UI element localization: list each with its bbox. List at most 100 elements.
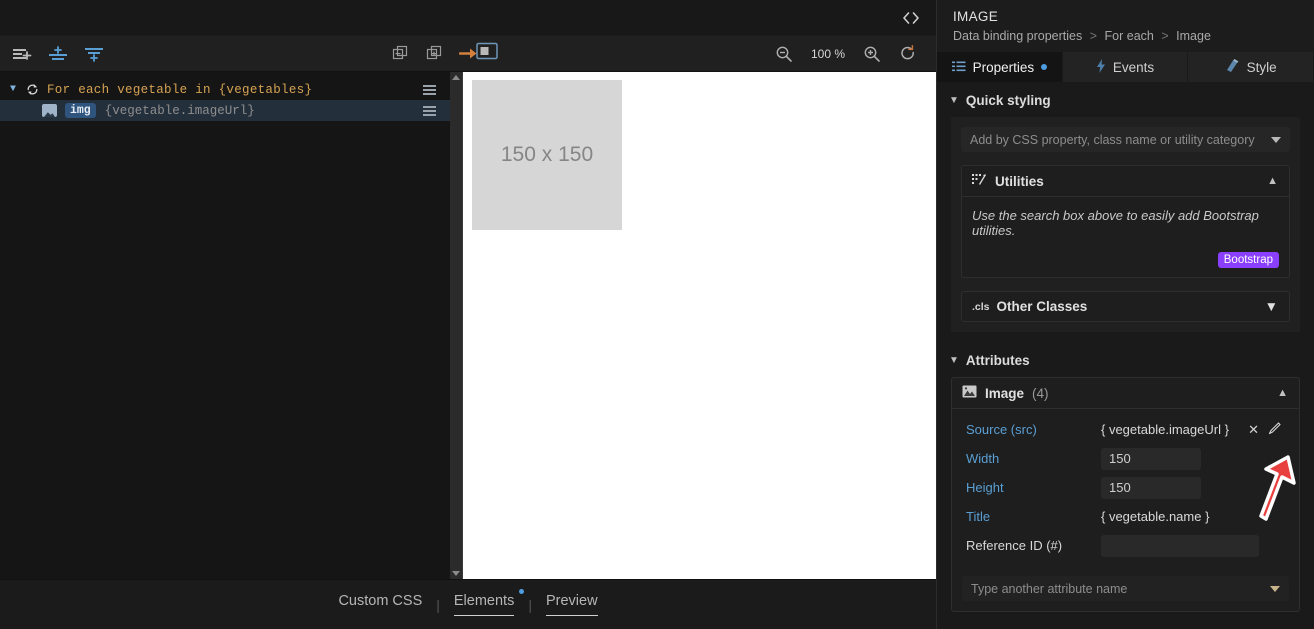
image-attributes-count: (4) xyxy=(1032,385,1049,401)
tree-row-foreach-label: For each vegetable in {vegetables} xyxy=(47,82,313,97)
tab-elements[interactable]: Elements xyxy=(440,589,528,616)
attr-label-source[interactable]: Source (src) xyxy=(966,422,1101,437)
css-search-input[interactable]: Add by CSS property, class name or utili… xyxy=(961,127,1290,152)
tab-properties[interactable]: Properties xyxy=(937,52,1063,82)
tab-properties-label: Properties xyxy=(972,59,1035,75)
utilities-card-header[interactable]: Utilities ▲ xyxy=(962,166,1289,197)
scroll-down-icon[interactable] xyxy=(452,571,460,576)
zoom-level-label: 100 % xyxy=(810,46,846,61)
attr-label-width[interactable]: Width xyxy=(966,451,1101,466)
insert-before-icon[interactable] xyxy=(46,42,70,66)
breadcrumb-item-2[interactable]: Image xyxy=(1176,29,1211,43)
utilities-card: Utilities ▲ Use the search box above to … xyxy=(961,165,1290,278)
chevron-down-icon[interactable]: ▼ xyxy=(0,84,26,95)
image-placeholder-label: 150 x 150 xyxy=(500,143,594,166)
add-element-icon[interactable] xyxy=(10,42,34,66)
breadcrumb-item-1[interactable]: For each xyxy=(1105,29,1154,43)
insert-after-icon[interactable] xyxy=(82,42,106,66)
attr-actions-source: ✕ xyxy=(1248,422,1281,437)
duplicate-icon[interactable] xyxy=(422,42,446,66)
breadcrumb-item-0[interactable]: Data binding properties xyxy=(953,29,1082,43)
utilities-title: Utilities xyxy=(995,173,1044,189)
editor-top-strip xyxy=(0,0,936,36)
zoom-in-icon[interactable] xyxy=(860,42,884,66)
attr-label-title[interactable]: Title xyxy=(966,509,1101,524)
reload-icon[interactable] xyxy=(896,42,920,66)
attr-label-reference-id: Reference ID (#) xyxy=(966,538,1063,553)
tab-properties-dot xyxy=(1041,64,1048,70)
chevron-up-icon[interactable]: ▲ xyxy=(1277,387,1288,399)
chevron-down-icon: ▼ xyxy=(949,95,959,106)
utilities-card-body: Use the search box above to easily add B… xyxy=(962,197,1289,277)
attr-row-title: Title { vegetable.name } xyxy=(952,502,1299,531)
other-classes-card[interactable]: .cls Other Classes ▼ xyxy=(961,291,1290,322)
brush-icon xyxy=(1225,58,1240,76)
copy-icon[interactable] xyxy=(388,42,412,66)
attr-input-reference-id[interactable] xyxy=(1101,534,1259,557)
inspector-body: ▼ Quick styling Add by CSS property, cla… xyxy=(937,82,1314,629)
chevron-down-icon[interactable] xyxy=(1270,585,1280,592)
preview-canvas[interactable]: 150 x 150 xyxy=(462,72,936,579)
section-quick-styling[interactable]: ▼ Quick styling xyxy=(937,82,1314,117)
bootstrap-badge[interactable]: Bootstrap xyxy=(1217,252,1279,268)
canvas-vertical-scrollbar[interactable] xyxy=(450,72,462,579)
inspector-panel: IMAGE Data binding properties > For each… xyxy=(936,0,1314,629)
add-attribute-footer: Type another attribute name xyxy=(952,564,1299,611)
tab-style[interactable]: Style xyxy=(1188,52,1314,82)
tree-row-foreach[interactable]: ▼ For each vegetable in {vegetables} xyxy=(0,79,450,100)
toolbar-zoom-group: 100 % xyxy=(772,42,920,66)
breadcrumb: Data binding properties > For each > Ima… xyxy=(937,26,1314,52)
element-binding-label: {vegetable.imageUrl} xyxy=(104,103,255,118)
panel-toggle-icon[interactable] xyxy=(476,42,498,65)
image-attributes-card: Image (4) ▲ Source (src) { vegetable.ima… xyxy=(951,377,1300,612)
utilities-icon xyxy=(972,173,987,189)
tree-row-img[interactable]: img {vegetable.imageUrl} xyxy=(0,100,450,121)
loop-icon xyxy=(26,83,39,96)
add-attribute-input[interactable]: Type another attribute name xyxy=(962,576,1289,601)
tab-preview[interactable]: Preview xyxy=(532,593,612,616)
inspector-title: IMAGE xyxy=(953,9,999,24)
app-root: 100 % ▼ For each vegetable in {vegetable… xyxy=(0,0,1314,629)
editor-main-split: ▼ For each vegetable in {vegetables} img… xyxy=(0,72,936,579)
tab-style-label: Style xyxy=(1246,59,1277,75)
attr-value-source[interactable]: { vegetable.imageUrl } xyxy=(1101,422,1229,437)
inspector-tabs: Properties Events Style xyxy=(937,52,1314,82)
attr-row-height: Height 150 xyxy=(952,473,1299,502)
tab-elements-dot xyxy=(519,589,525,594)
breadcrumb-separator: > xyxy=(1161,29,1169,43)
image-attributes-header[interactable]: Image (4) ▲ xyxy=(952,378,1299,409)
attr-row-source: Source (src) { vegetable.imageUrl } ✕ xyxy=(952,415,1299,444)
row-menu-icon[interactable] xyxy=(423,105,436,116)
cls-icon: .cls xyxy=(972,300,990,313)
tab-custom-css[interactable]: Custom CSS xyxy=(324,593,436,616)
chevron-down-icon: ▼ xyxy=(949,355,959,366)
scroll-up-icon[interactable] xyxy=(452,75,460,80)
zoom-out-icon[interactable] xyxy=(772,42,796,66)
attr-value-title[interactable]: { vegetable.name } xyxy=(1101,509,1209,524)
chevron-up-icon[interactable]: ▲ xyxy=(1267,175,1278,187)
element-tag-badge: img xyxy=(65,103,96,118)
section-attributes[interactable]: ▼ Attributes xyxy=(937,342,1314,377)
attributes-label: Attributes xyxy=(965,353,1030,368)
chevron-down-icon[interactable]: ▼ xyxy=(1265,299,1278,314)
other-classes-title: Other Classes xyxy=(996,299,1088,314)
tab-events[interactable]: Events xyxy=(1062,52,1189,82)
row-menu-icon[interactable] xyxy=(423,84,436,95)
editor-bottom-tabs: Custom CSS | Elements | Preview xyxy=(0,579,936,629)
list-icon xyxy=(951,60,966,75)
quick-styling-label: Quick styling xyxy=(965,93,1051,108)
toolbar-clipboard-group xyxy=(388,42,480,66)
attr-label-height[interactable]: Height xyxy=(966,480,1101,495)
toolbar-left-group xyxy=(0,42,106,66)
edit-icon[interactable] xyxy=(1268,422,1281,437)
image-placeholder[interactable]: 150 x 150 xyxy=(472,80,622,230)
element-tree: ▼ For each vegetable in {vegetables} img… xyxy=(0,72,450,579)
add-attribute-placeholder: Type another attribute name xyxy=(971,581,1128,596)
attr-input-width[interactable]: 150 xyxy=(1101,447,1201,470)
image-thumbnail-icon xyxy=(42,104,57,117)
bolt-icon xyxy=(1096,58,1106,76)
attr-input-height[interactable]: 150 xyxy=(1101,476,1201,499)
code-brackets-icon[interactable] xyxy=(894,5,928,31)
chevron-down-icon[interactable] xyxy=(1271,136,1281,143)
clear-icon[interactable]: ✕ xyxy=(1248,423,1259,436)
